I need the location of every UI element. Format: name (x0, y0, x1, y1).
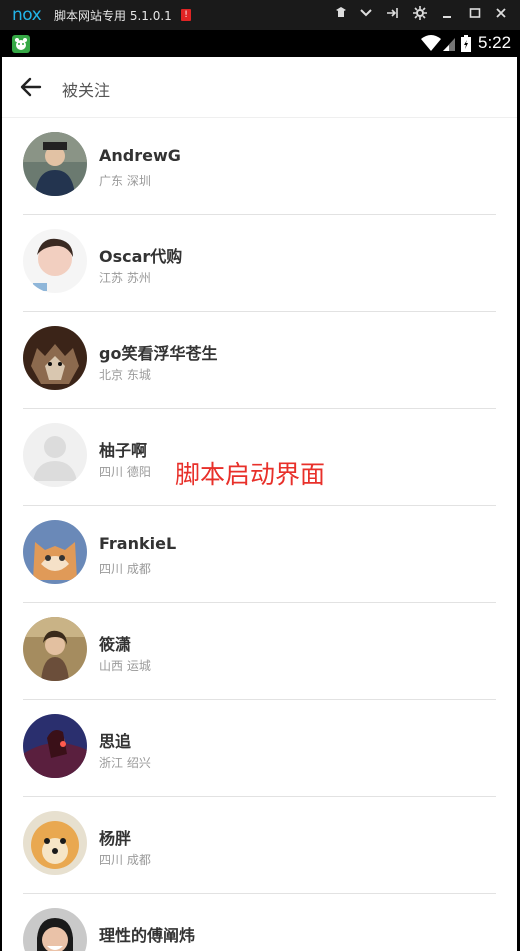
script-overlay-label: 脚本启动界面 (175, 460, 326, 489)
list-item[interactable]: AndrewG 广东 深圳 (2, 118, 517, 215)
pin-icon[interactable] (332, 6, 350, 24)
list-item[interactable]: FrankieL 四川 成都 (2, 506, 517, 603)
user-name: FrankieL (99, 534, 177, 553)
shrink-icon[interactable] (384, 6, 402, 24)
back-arrow-icon[interactable] (16, 73, 46, 101)
user-name: Oscar代购 (99, 247, 183, 266)
user-name: 杨胖 (99, 829, 132, 848)
list-item[interactable]: 理性的傅阐炜 (2, 894, 517, 951)
avatar[interactable] (23, 326, 87, 390)
emulator-title: 脚本网站专用 5.1.0.1 (54, 9, 172, 23)
follower-list[interactable]: AndrewG 广东 深圳 Oscar代购 江苏 苏州 go笑看浮华苍生 北京 … (2, 118, 517, 951)
battery-icon (460, 35, 472, 57)
list-item[interactable]: 杨胖 四川 成都 (2, 797, 517, 894)
user-location: 江苏 苏州 (99, 271, 151, 285)
avatar[interactable] (23, 520, 87, 584)
user-location: 四川 成都 (99, 562, 151, 576)
list-item[interactable]: go笑看浮华苍生 北京 东城 (2, 312, 517, 409)
emulator-title-bar: nox 脚本网站专用 5.1.0.1 ! (0, 0, 520, 30)
user-name: 理性的傅阐炜 (99, 926, 196, 945)
user-location: 广东 深圳 (99, 174, 151, 188)
page-title: 被关注 (62, 81, 111, 100)
user-location: 浙江 绍兴 (99, 756, 151, 770)
user-location: 山西 运城 (99, 659, 151, 673)
app-screen: 被关注 AndrewG 广东 深圳 Oscar代购 江苏 苏州 go笑看浮华苍生… (2, 57, 517, 951)
avatar[interactable] (23, 811, 87, 875)
app-notification-icon (12, 35, 30, 53)
emulator-logo: nox (12, 5, 42, 25)
status-time: 5:22 (478, 33, 512, 52)
avatar[interactable] (23, 423, 87, 487)
user-name: 柚子啊 (99, 441, 148, 460)
user-name: 筱潇 (99, 635, 132, 654)
app-header: 被关注 (2, 57, 517, 118)
signal-icon (442, 36, 456, 56)
minimize-icon[interactable] (438, 6, 456, 24)
user-location: 四川 成都 (99, 853, 151, 867)
wifi-icon (420, 34, 442, 56)
avatar[interactable] (23, 132, 87, 196)
maximize-icon[interactable] (466, 6, 484, 24)
user-name: AndrewG (99, 146, 181, 165)
avatar[interactable] (23, 714, 87, 778)
user-location: 北京 东城 (99, 368, 151, 382)
user-name: 思追 (99, 732, 132, 751)
alert-badge[interactable]: ! (181, 9, 191, 21)
avatar[interactable] (23, 908, 87, 951)
user-location: 四川 德阳 (99, 465, 151, 479)
close-icon[interactable] (492, 6, 510, 24)
list-item[interactable]: 筱潇 山西 运城 (2, 603, 517, 700)
list-item[interactable]: 思追 浙江 绍兴 (2, 700, 517, 797)
list-item[interactable]: Oscar代购 江苏 苏州 (2, 215, 517, 312)
avatar[interactable] (23, 229, 87, 293)
chevron-down-icon[interactable] (357, 6, 375, 24)
user-name: go笑看浮华苍生 (99, 344, 218, 363)
avatar[interactable] (23, 617, 87, 681)
gear-icon[interactable] (411, 6, 429, 24)
